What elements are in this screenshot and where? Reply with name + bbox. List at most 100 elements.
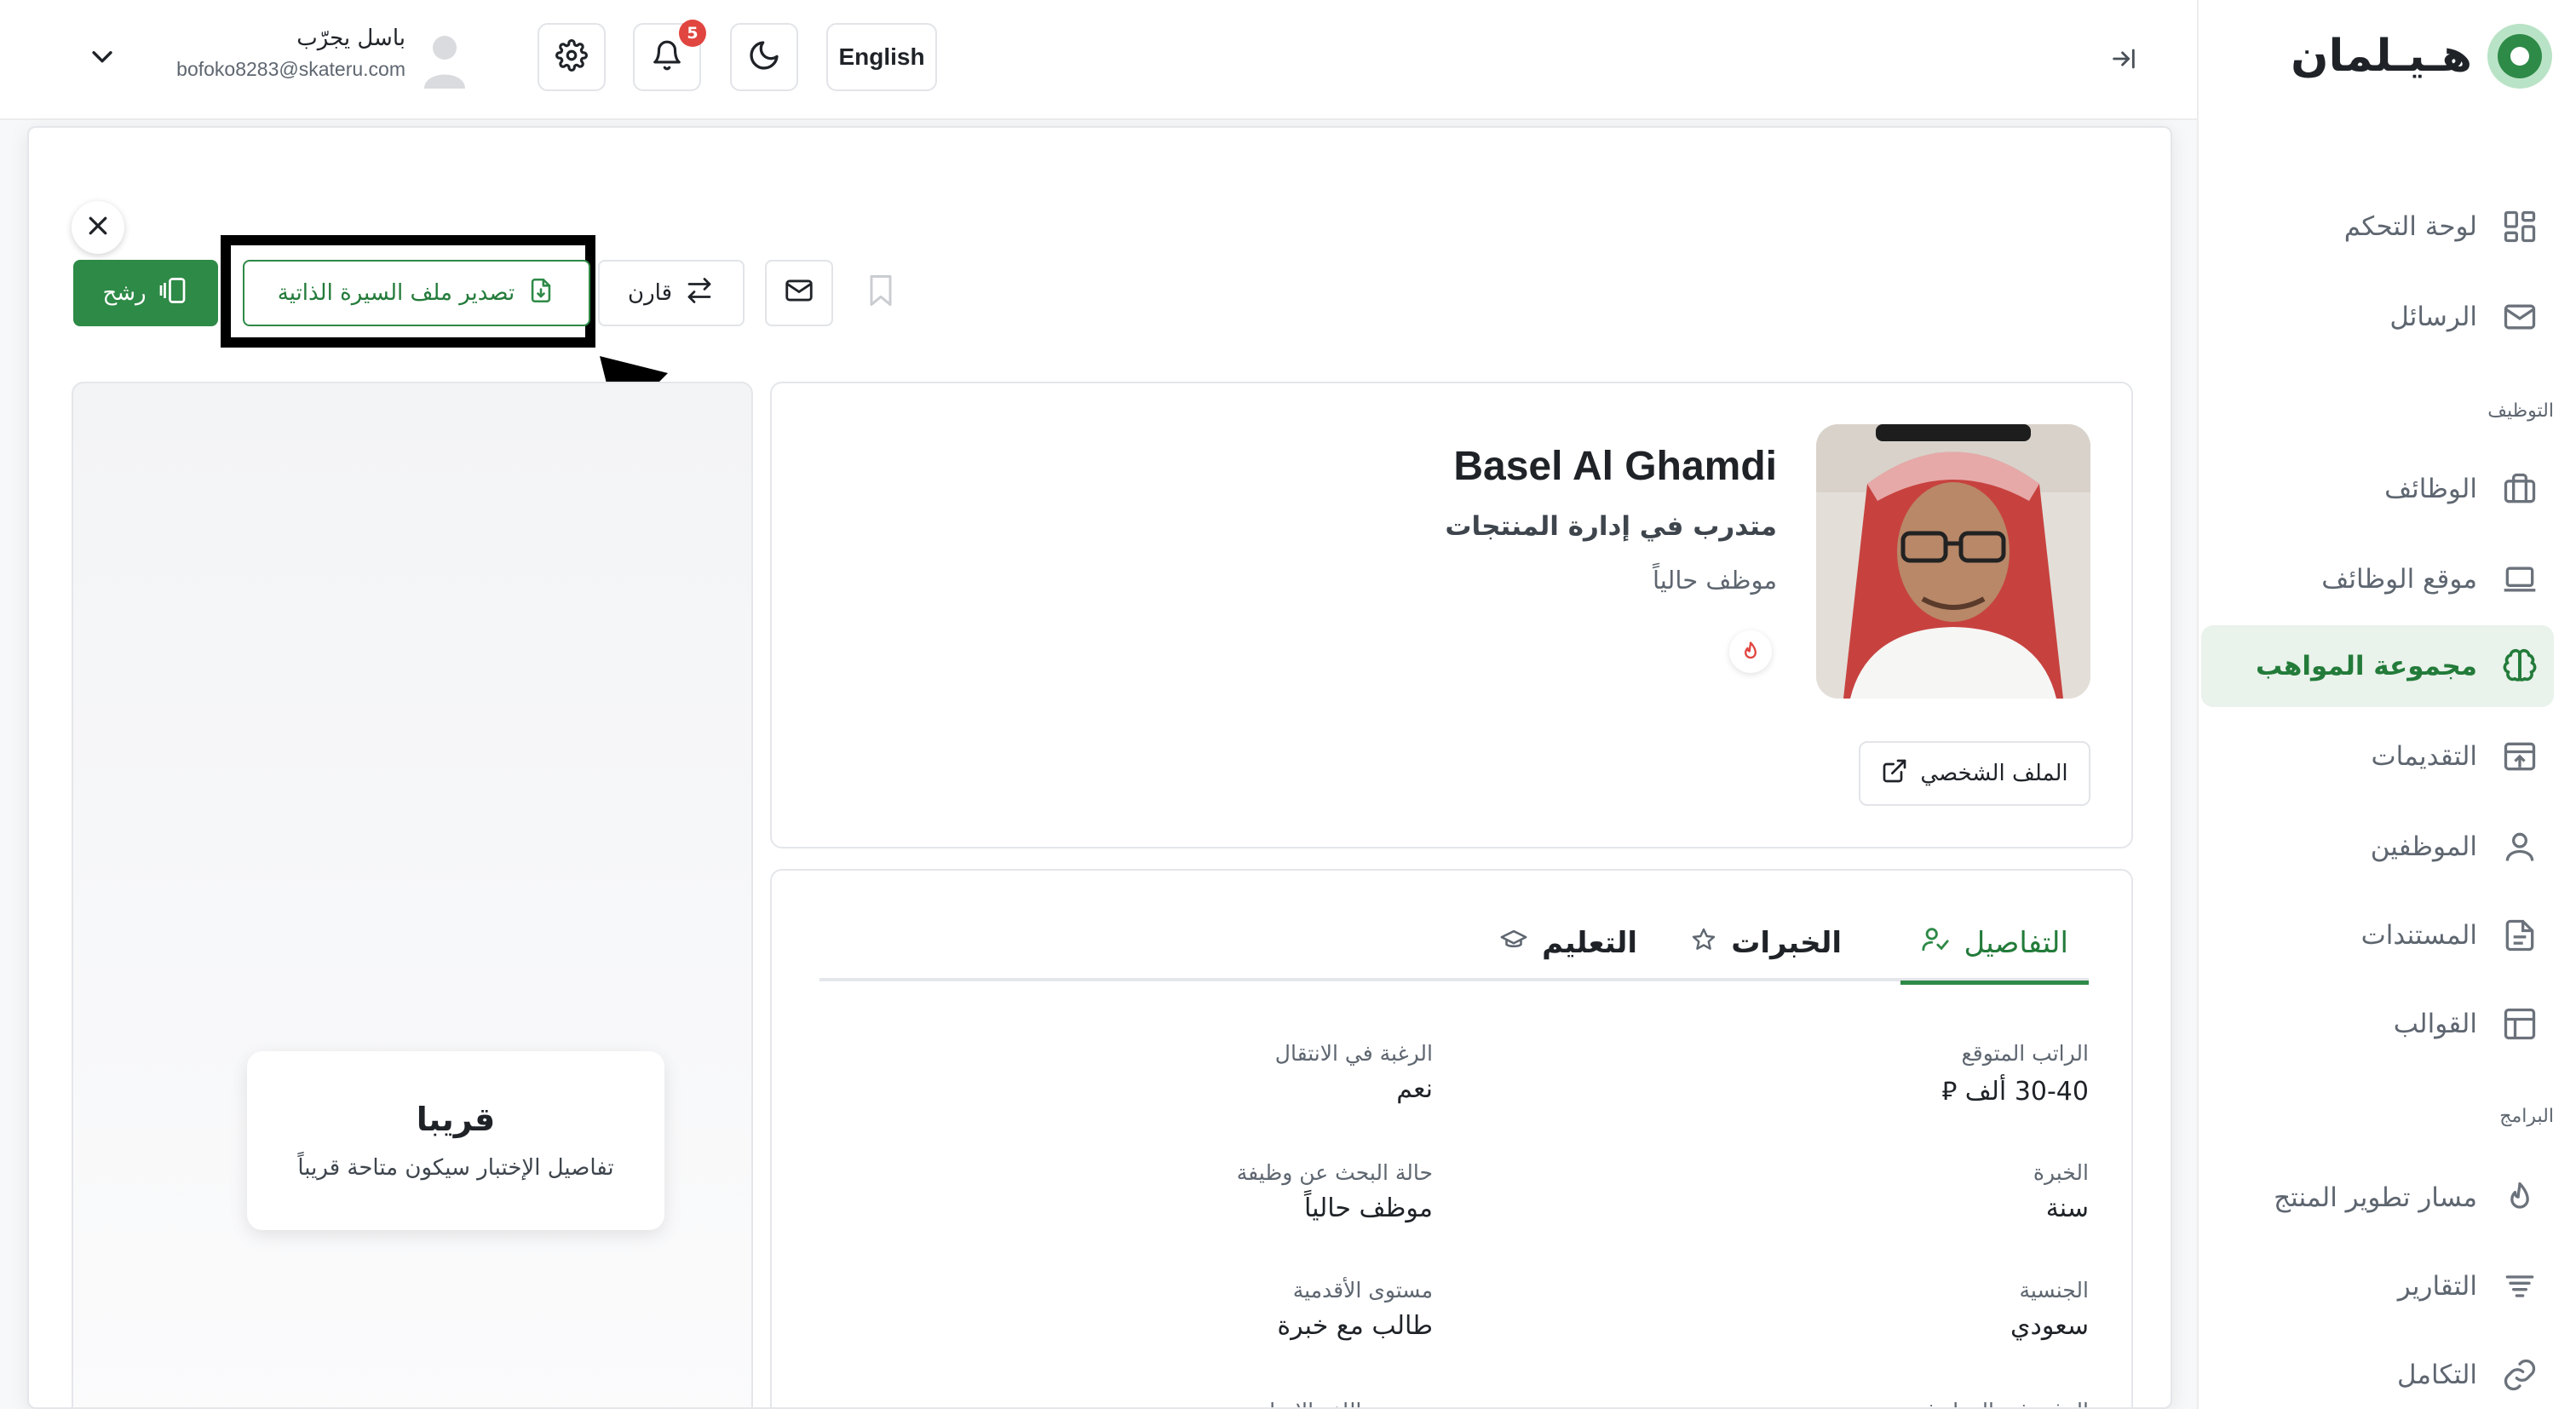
app-root: English 5 باسل يجرّب bofoko8283@skateru.… xyxy=(0,0,2576,1409)
bookmark-icon xyxy=(862,269,900,318)
sidebar-item-label: التكامل xyxy=(2396,1360,2477,1390)
field-work-preference: الرغبة في العمل في xyxy=(1908,1399,2089,1407)
star-icon xyxy=(1690,926,1717,961)
sidebar-item-label: الوظائف xyxy=(2384,474,2477,504)
tab-details-label: التفاصيل xyxy=(1964,925,2068,960)
nominate-button[interactable]: رشح xyxy=(73,260,218,326)
user-menu-chevron-down-icon[interactable] xyxy=(83,37,121,75)
sidebar-item-dashboard[interactable]: لوحة التحكم xyxy=(2201,186,2554,267)
candidate-profile-card: Basel Al Ghamdi متدرب في إدارة المنتجات … xyxy=(770,382,2133,848)
sidebar-item-documents[interactable]: المستندات xyxy=(2201,894,2554,976)
gear-icon xyxy=(555,39,588,75)
candidate-status: موظف حالياً xyxy=(1652,566,1777,595)
sidebar-item-label: القوالب xyxy=(2393,1009,2477,1039)
view-profile-label: الملف الشخصي xyxy=(1920,761,2068,786)
close-modal-button[interactable] xyxy=(72,201,124,254)
section-label-recruitment: التوظيف xyxy=(2487,400,2554,422)
field-relocation: الرغبة في الانتقال نعم xyxy=(1275,1041,1433,1104)
view-profile-button[interactable]: الملف الشخصي xyxy=(1859,741,2090,806)
coming-soon-title: قريبا xyxy=(416,1101,496,1138)
field-label: الجنسية xyxy=(2019,1278,2090,1303)
field-seniority: مستوى الأقدمية طالب مع خبرة xyxy=(1277,1278,1433,1341)
field-label: حالة البحث عن وظيفة xyxy=(1236,1160,1433,1185)
brain-icon xyxy=(2499,646,2540,687)
send-email-button[interactable] xyxy=(765,260,833,326)
document-icon xyxy=(2499,915,2540,956)
section-label-programs: البرامج xyxy=(2499,1106,2554,1127)
link-icon xyxy=(2499,1354,2540,1395)
sidebar-item-messages[interactable]: الرسائل xyxy=(2201,276,2554,358)
field-label: الراتب المتوقع xyxy=(1961,1041,2090,1066)
swap-arrows-icon xyxy=(684,275,715,312)
brand-logo-icon xyxy=(2486,22,2554,90)
field-job-search-status: حالة البحث عن وظيفة موظف حالياً xyxy=(1237,1160,1433,1223)
nominate-label: رشح xyxy=(102,280,147,306)
sidebar-item-label: التقديمات xyxy=(2371,741,2477,772)
inbox-upload-icon xyxy=(2499,736,2540,777)
coming-soon-description: تفاصيل الإختبار سيكون متاحة قريباً xyxy=(297,1155,614,1181)
export-cv-label: تصدير ملف السيرة الذاتية xyxy=(277,280,515,306)
user-icon xyxy=(2499,826,2540,867)
tab-experience-label: الخبرات xyxy=(1731,926,1842,960)
user-avatar[interactable] xyxy=(421,29,469,94)
sidebar-item-label: الرسائل xyxy=(2389,302,2477,332)
compare-label: قارن xyxy=(628,280,672,306)
field-label: الرغبة في الانتقال xyxy=(1274,1041,1433,1066)
field-value: طالب مع خبرة xyxy=(1277,1311,1433,1341)
sidebar-item-reports[interactable]: التقارير xyxy=(2201,1245,2554,1327)
sidebar-item-integrations[interactable]: التكامل xyxy=(2201,1334,2554,1409)
field-value: موظف حالياً xyxy=(1303,1193,1433,1223)
candidate-name: Basel Al Ghamdi xyxy=(1453,444,1777,489)
sidebar-item-employees[interactable]: الموظفين xyxy=(2201,806,2554,888)
dashboard-grid-icon xyxy=(2499,206,2540,247)
field-value: نعم xyxy=(1396,1074,1433,1104)
brand-name: هـيـلمان xyxy=(2291,31,2472,82)
settings-button[interactable] xyxy=(538,23,606,91)
field-value: سنة xyxy=(2045,1193,2089,1223)
collapse-sidebar-icon[interactable] xyxy=(2104,39,2143,78)
field-label: مستوى الأقدمية xyxy=(1292,1278,1433,1303)
flame-icon xyxy=(1729,630,1772,673)
sidebar-item-product-track[interactable]: مسار تطوير المنتج xyxy=(2201,1157,2554,1239)
user-check-icon xyxy=(1921,924,1950,961)
sidebar-item-templates[interactable]: القوالب xyxy=(2201,983,2554,1065)
sidebar-item-label: موقع الوظائف xyxy=(2321,564,2477,595)
sidebar-item-label: المستندات xyxy=(2360,920,2477,951)
tab-education[interactable]: التعليم xyxy=(1479,905,1658,981)
tab-education-label: التعليم xyxy=(1542,926,1637,960)
layout-template-icon xyxy=(2499,1004,2540,1044)
field-label: الرغبة في العمل في xyxy=(1908,1399,2089,1407)
sidebar-item-applications[interactable]: التقديمات xyxy=(2201,716,2554,797)
language-toggle-button[interactable]: English xyxy=(826,23,937,91)
sidebar-item-talent-pool[interactable]: مجموعة المواهب xyxy=(2201,625,2554,707)
dark-mode-button[interactable] xyxy=(730,23,798,91)
sidebar-item-label: مسار تطوير المنتج xyxy=(2274,1182,2477,1213)
sidebar-item-label: لوحة التحكم xyxy=(2343,211,2477,242)
field-expected-salary: الراتب المتوقع 30-40 ألف ⃁ xyxy=(1941,1041,2089,1107)
coming-soon-card: قريبا تفاصيل الإختبار سيكون متاحة قريباً xyxy=(247,1051,664,1230)
export-cv-button[interactable]: تصدير ملف السيرة الذاتية xyxy=(243,260,590,326)
candidate-details-card: التفاصيل الخبرات التعليم الراتب المتوقع … xyxy=(770,869,2133,1407)
tab-details[interactable]: التفاصيل xyxy=(1900,905,2089,985)
graduation-cap-icon xyxy=(1499,925,1528,962)
user-email: bofoko8283@skateru.com xyxy=(176,58,405,80)
compare-button[interactable]: قارن xyxy=(598,260,745,326)
sidebar-item-label: مجموعة المواهب xyxy=(2256,651,2477,681)
bell-icon xyxy=(651,39,683,75)
sidebar-item-career-site[interactable]: موقع الوظائف xyxy=(2201,538,2554,620)
sidebar-item-jobs[interactable]: الوظائف xyxy=(2201,448,2554,530)
user-name: باسل يجرّب xyxy=(296,26,405,51)
bookmark-button[interactable] xyxy=(855,260,906,326)
field-experience: الخبرة سنة xyxy=(2033,1160,2089,1223)
external-link-icon xyxy=(1881,757,1908,791)
assessment-panel: قريبا تفاصيل الإختبار سيكون متاحة قريباً xyxy=(72,382,753,1407)
notifications-button[interactable]: 5 xyxy=(633,20,706,91)
brand[interactable]: هـيـلمان xyxy=(2291,20,2554,92)
mail-icon xyxy=(783,274,815,313)
tab-experience[interactable]: الخبرات xyxy=(1670,905,1862,981)
report-lines-icon xyxy=(2499,1266,2540,1307)
field-nationality: الجنسية سعودي xyxy=(2010,1278,2089,1341)
field-label: الخبرة xyxy=(2033,1160,2089,1185)
flame-icon xyxy=(2499,1177,2540,1218)
laptop-icon xyxy=(2499,559,2540,600)
